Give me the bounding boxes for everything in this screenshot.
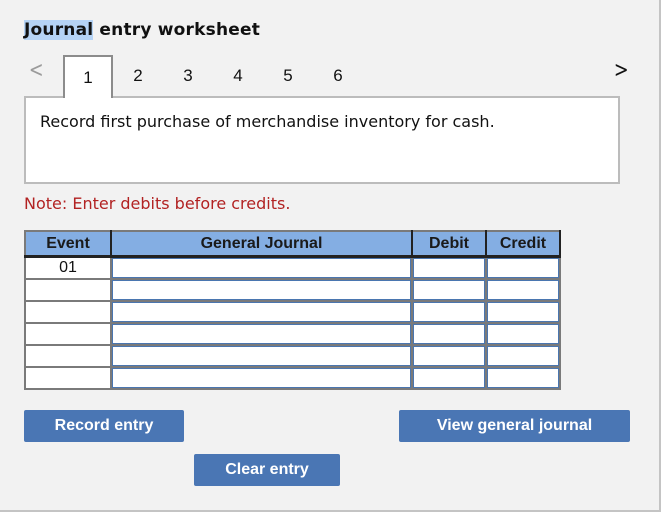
task-description: Record first purchase of merchandise inv… [40,112,495,131]
clear-entry-button[interactable]: Clear entry [194,454,340,486]
general-journal-input[interactable] [112,324,411,344]
event-cell [24,322,112,346]
tab-6[interactable]: 6 [313,55,363,96]
debit-cell [411,255,487,280]
credit-input[interactable] [487,346,559,366]
journal-row: 01 [24,255,561,280]
credit-input[interactable] [487,302,559,322]
general-journal-cell [110,278,413,302]
debit-input[interactable] [413,280,485,300]
general-journal-input[interactable] [112,280,411,300]
credit-cell [485,322,561,346]
chevron-right-icon[interactable]: > [614,58,629,83]
column-header-debit: Debit [412,231,487,258]
general-journal-input[interactable] [112,368,411,388]
debit-cell [411,278,487,302]
general-journal-cell [110,322,413,346]
journal-row [24,344,561,368]
event-cell [24,366,112,390]
general-journal-input[interactable] [112,258,411,278]
general-journal-cell [110,366,413,390]
credit-cell [485,344,561,368]
debit-cell [411,322,487,346]
debit-cell [411,344,487,368]
page-title: Journal entry worksheet [24,20,260,40]
credit-cell [485,278,561,302]
title-text: entry worksheet [93,20,261,40]
debit-credit-note: Note: Enter debits before credits. [24,194,291,213]
event-cell [24,344,112,368]
debit-input[interactable] [413,346,485,366]
debit-input[interactable] [413,258,485,278]
journal-row [24,322,561,346]
credit-input[interactable] [487,280,559,300]
debit-input[interactable] [413,368,485,388]
debit-input[interactable] [413,324,485,344]
general-journal-input[interactable] [112,346,411,366]
debit-cell [411,300,487,324]
column-header-general-journal: General Journal [111,231,413,258]
column-header-credit: Credit [486,231,561,258]
journal-worksheet-panel: Journal entry worksheet < 1 2 3 4 5 6 > … [0,0,661,512]
general-journal-cell [110,255,413,280]
journal-row [24,366,561,390]
tab-4[interactable]: 4 [213,55,263,96]
record-entry-button[interactable]: Record entry [24,410,184,442]
chevron-left-icon[interactable]: < [29,58,44,83]
event-cell [24,300,112,324]
journal-header-row: Event General Journal Debit Credit [25,231,561,258]
debit-input[interactable] [413,302,485,322]
credit-cell [485,300,561,324]
task-description-box: Record first purchase of merchandise inv… [24,96,620,184]
credit-cell [485,366,561,390]
title-highlighted-text: Journal [24,20,94,40]
credit-input[interactable] [487,258,559,278]
tab-1[interactable]: 1 [63,55,113,98]
general-journal-cell [110,344,413,368]
event-cell: 01 [24,255,112,280]
credit-input[interactable] [487,368,559,388]
tab-5[interactable]: 5 [263,55,313,96]
debit-cell [411,366,487,390]
credit-input[interactable] [487,324,559,344]
worksheet-tabs: 1 2 3 4 5 6 [63,55,363,98]
tab-2[interactable]: 2 [113,55,163,96]
journal-table: Event General Journal Debit Credit 01 [24,230,561,390]
credit-cell [485,255,561,280]
tab-3[interactable]: 3 [163,55,213,96]
journal-row [24,300,561,324]
column-header-event: Event [25,231,112,258]
event-cell [24,278,112,302]
general-journal-input[interactable] [112,302,411,322]
general-journal-cell [110,300,413,324]
view-general-journal-button[interactable]: View general journal [399,410,630,442]
journal-row [24,278,561,302]
